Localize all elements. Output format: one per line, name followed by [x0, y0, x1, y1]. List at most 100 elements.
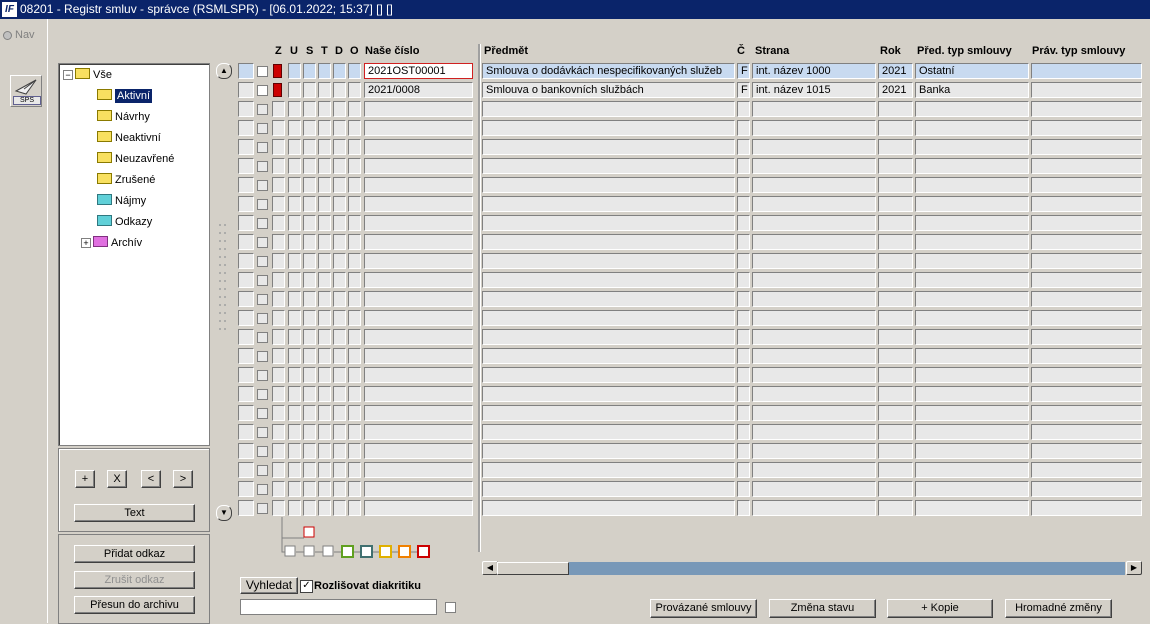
- flag-cell[interactable]: [333, 310, 346, 326]
- cell-prav-typ[interactable]: [1031, 500, 1142, 516]
- flag-cell[interactable]: [318, 367, 331, 383]
- cell-strana[interactable]: [752, 348, 876, 364]
- tree-item-neaktivni[interactable]: Neaktivní: [97, 130, 161, 147]
- cell-pred-typ[interactable]: [915, 329, 1029, 345]
- row-checkbox[interactable]: [257, 351, 268, 362]
- row-checkbox[interactable]: [257, 218, 268, 229]
- cell-rok[interactable]: [878, 348, 913, 364]
- cell-prav-typ[interactable]: [1031, 139, 1142, 155]
- cell-rok[interactable]: [878, 367, 913, 383]
- sps-button[interactable]: SPS: [10, 75, 42, 107]
- flag-cell[interactable]: [318, 386, 331, 402]
- cell-rok[interactable]: [878, 405, 913, 421]
- row-checkbox[interactable]: [257, 237, 268, 248]
- cell-strana[interactable]: [752, 234, 876, 250]
- cell-prav-typ[interactable]: [1031, 291, 1142, 307]
- delete-folder-button[interactable]: X: [107, 470, 127, 488]
- cell-pred-typ[interactable]: [915, 215, 1029, 231]
- cell-strana[interactable]: [752, 253, 876, 269]
- cell-predmet[interactable]: [482, 291, 735, 307]
- cell-rok[interactable]: [878, 500, 913, 516]
- cell-predmet[interactable]: [482, 139, 735, 155]
- flag-cell[interactable]: [288, 139, 301, 155]
- cell-pred-typ[interactable]: [915, 424, 1029, 440]
- cell-predmet[interactable]: [482, 462, 735, 478]
- cell-c[interactable]: [737, 481, 750, 497]
- row-selector[interactable]: [238, 329, 254, 345]
- cell-prav-typ[interactable]: [1031, 367, 1142, 383]
- flag-cell[interactable]: [303, 272, 316, 288]
- flag-cell[interactable]: [288, 272, 301, 288]
- flag-cell[interactable]: [288, 253, 301, 269]
- cell-pred-typ[interactable]: [915, 405, 1029, 421]
- cell-c[interactable]: [737, 500, 750, 516]
- row-selector[interactable]: [238, 234, 254, 250]
- row-selector[interactable]: [238, 424, 254, 440]
- cell-c[interactable]: [737, 139, 750, 155]
- row-selector[interactable]: [238, 215, 254, 231]
- flag-cell[interactable]: [303, 158, 316, 174]
- cell-predmet[interactable]: [482, 348, 735, 364]
- row-selector[interactable]: [238, 139, 254, 155]
- cell-rok[interactable]: [878, 215, 913, 231]
- cell-predmet[interactable]: [482, 158, 735, 174]
- cell-predmet[interactable]: [482, 253, 735, 269]
- remove-link-button[interactable]: Zrušit odkaz: [74, 571, 195, 589]
- cell-predmet[interactable]: [482, 177, 735, 193]
- flag-cell[interactable]: [318, 234, 331, 250]
- copy-button[interactable]: + Kopie: [887, 599, 993, 618]
- cell-c[interactable]: [737, 196, 750, 212]
- row-checkbox[interactable]: [257, 313, 268, 324]
- grid-splitter[interactable]: [478, 44, 481, 552]
- cell-strana[interactable]: [752, 367, 876, 383]
- cell-prav-typ[interactable]: [1031, 424, 1142, 440]
- move-left-button[interactable]: <: [141, 470, 161, 488]
- flag-cell[interactable]: [318, 82, 331, 98]
- cell-nase-cislo[interactable]: [364, 348, 473, 364]
- text-button[interactable]: Text: [74, 504, 195, 522]
- nav-toggle[interactable]: Nav: [3, 29, 35, 41]
- cell-prav-typ[interactable]: [1031, 462, 1142, 478]
- cell-nase-cislo[interactable]: [364, 139, 473, 155]
- flag-cell[interactable]: [333, 177, 346, 193]
- row-checkbox[interactable]: [257, 85, 268, 96]
- cell-predmet[interactable]: [482, 500, 735, 516]
- cell-nase-cislo[interactable]: [364, 329, 473, 345]
- scroll-down-icon[interactable]: ▼: [216, 505, 232, 521]
- tree-item-archiv[interactable]: + Archív: [81, 235, 142, 252]
- cell-pred-typ[interactable]: [915, 253, 1029, 269]
- cell-pred-typ[interactable]: [915, 272, 1029, 288]
- cell-nase-cislo[interactable]: [364, 196, 473, 212]
- cell-c[interactable]: [737, 215, 750, 231]
- flag-cell[interactable]: [318, 291, 331, 307]
- flag-cell[interactable]: [348, 310, 361, 326]
- cell-rok[interactable]: 2021: [878, 63, 913, 79]
- cell-nase-cislo[interactable]: [364, 443, 473, 459]
- cell-pred-typ[interactable]: [915, 367, 1029, 383]
- cell-nase-cislo[interactable]: [364, 481, 473, 497]
- cell-rok[interactable]: [878, 234, 913, 250]
- horizontal-scrollbar[interactable]: ◀ ▶: [482, 561, 1142, 576]
- cell-nase-cislo[interactable]: [364, 367, 473, 383]
- add-link-button[interactable]: Přidat odkaz: [74, 545, 195, 563]
- cell-c[interactable]: F: [737, 63, 750, 79]
- cell-strana[interactable]: [752, 158, 876, 174]
- flag-cell[interactable]: [288, 367, 301, 383]
- flag-cell[interactable]: [318, 101, 331, 117]
- flag-cell[interactable]: [333, 253, 346, 269]
- cell-strana[interactable]: int. název 1015: [752, 82, 876, 98]
- cell-prav-typ[interactable]: [1031, 177, 1142, 193]
- cell-c[interactable]: [737, 405, 750, 421]
- flag-cell[interactable]: [318, 272, 331, 288]
- flag-cell[interactable]: [303, 177, 316, 193]
- flag-cell[interactable]: [288, 63, 301, 79]
- flag-cell[interactable]: [333, 63, 346, 79]
- row-checkbox[interactable]: [257, 180, 268, 191]
- cell-nase-cislo[interactable]: [364, 272, 473, 288]
- cell-rok[interactable]: [878, 196, 913, 212]
- cell-strana[interactable]: [752, 481, 876, 497]
- cell-prav-typ[interactable]: [1031, 310, 1142, 326]
- cell-nase-cislo[interactable]: [364, 215, 473, 231]
- flag-cell[interactable]: [348, 139, 361, 155]
- cell-prav-typ[interactable]: [1031, 63, 1142, 79]
